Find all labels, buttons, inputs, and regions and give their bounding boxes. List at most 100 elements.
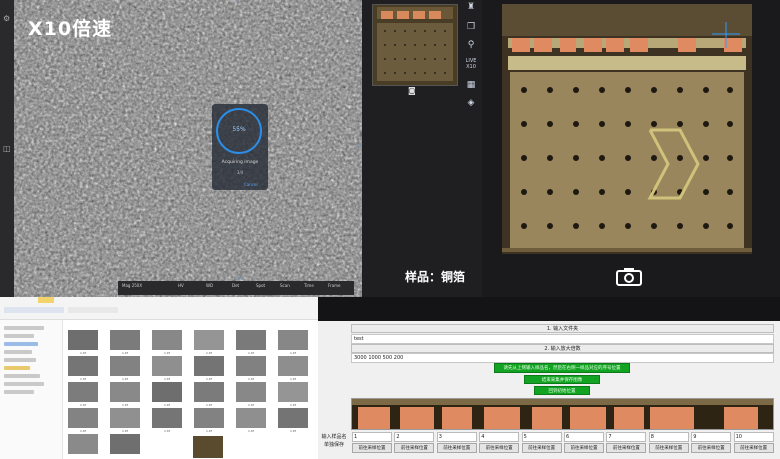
chamber-thumbnail[interactable]: [372, 4, 458, 86]
goto-position-button[interactable]: 前往采样位置: [691, 443, 732, 453]
goto-position-button[interactable]: 前往采样位置: [352, 443, 392, 453]
image-thumbnail[interactable]: [152, 330, 182, 350]
magnification-input[interactable]: 3000 1000 500 200: [351, 353, 774, 363]
image-thumbnail[interactable]: [194, 408, 224, 428]
chamber-photo-thumb[interactable]: [193, 436, 223, 458]
acquire-count: 3/4: [236, 170, 244, 175]
slot-name-input[interactable]: 10: [733, 432, 774, 442]
image-thumbnail[interactable]: [278, 356, 308, 376]
image-thumbnail[interactable]: [68, 356, 98, 376]
beam-icon[interactable]: ♜: [464, 2, 478, 12]
goto-position-button[interactable]: 前往采样位置: [436, 443, 477, 453]
stop-save-button[interactable]: 结束采集并保存图像: [524, 375, 600, 384]
slot-name-input[interactable]: 1: [352, 432, 392, 442]
slot-name-input[interactable]: 6: [564, 432, 604, 442]
image-thumbnail[interactable]: [194, 330, 224, 350]
thumbnail-caption: 1.tif: [290, 429, 296, 433]
nav-item[interactable]: [4, 382, 44, 386]
image-thumbnail[interactable]: [236, 330, 266, 350]
slot-name-input[interactable]: 8: [648, 432, 689, 442]
sample-slot: 5 前往采样位置: [521, 432, 562, 453]
thumbnail-caption: 1.tif: [248, 403, 254, 407]
nav-item[interactable]: [4, 350, 32, 354]
speed-title: X10倍速: [28, 18, 113, 40]
chevron-right-icon[interactable]: ›: [356, 142, 360, 152]
image-thumbnail[interactable]: [236, 408, 266, 428]
goto-position-button[interactable]: 前往采样位置: [521, 443, 562, 453]
sample-strip-image: [352, 399, 773, 429]
snapshot-icon[interactable]: ◙: [408, 86, 416, 95]
folder-input[interactable]: test: [351, 334, 774, 344]
thumbnail-caption: 1.tif: [290, 351, 296, 355]
grid-icon[interactable]: ▦: [464, 80, 478, 90]
image-thumbnail[interactable]: [152, 356, 182, 376]
image-thumbnail[interactable]: [110, 408, 140, 428]
home-position-button[interactable]: 回到初始位置: [534, 386, 590, 395]
goto-position-button[interactable]: 前往采样位置: [394, 443, 435, 453]
nav-item[interactable]: [4, 366, 30, 370]
slot-name-input[interactable]: 4: [479, 432, 520, 442]
image-thumbnail[interactable]: [68, 382, 98, 402]
image-thumbnail[interactable]: [110, 382, 140, 402]
start-acquire-button[interactable]: 请先从上侧输入样品名，然后在右侧一样品对应的序号位置: [494, 363, 630, 373]
nav-item[interactable]: [4, 358, 36, 362]
image-thumbnail[interactable]: [278, 408, 308, 428]
slot-name-input[interactable]: 9: [691, 432, 732, 442]
goto-position-button[interactable]: 前往采样位置: [648, 443, 689, 453]
status-item: Spot: [256, 283, 266, 288]
image-thumbnail[interactable]: [278, 330, 308, 350]
sample-slot: 8 前往采样位置: [648, 432, 689, 453]
chevron-up-icon[interactable]: ⌃: [236, 0, 244, 8]
goto-position-button[interactable]: 前往采样位置: [733, 443, 774, 453]
nav-item[interactable]: [4, 342, 38, 346]
chamber-camera-view[interactable]: [502, 4, 752, 254]
detector-icon[interactable]: ⚲: [464, 40, 478, 50]
live-label: LIVE X10: [461, 58, 481, 70]
camera-capture-glyph: [616, 268, 642, 286]
image-thumbnail[interactable]: [152, 408, 182, 428]
image-thumbnail[interactable]: [194, 356, 224, 376]
camera-icon[interactable]: ◫: [3, 144, 11, 153]
image-thumbnail[interactable]: [110, 330, 140, 350]
camera-capture-icon[interactable]: [616, 266, 642, 290]
image-thumbnail[interactable]: [68, 434, 98, 454]
goto-position-button[interactable]: 前往采样位置: [606, 443, 647, 453]
thumbnail-caption: 1.tif: [122, 429, 128, 433]
ribbon-tools[interactable]: [68, 307, 118, 313]
image-thumbnail[interactable]: [278, 382, 308, 402]
slot-name-input[interactable]: 5: [521, 432, 562, 442]
ribbon-tools[interactable]: [4, 307, 64, 313]
sample-slot: 1 前往采样位置: [352, 432, 392, 453]
thumbnail-caption: 1.tif: [80, 403, 86, 407]
sem-image-view[interactable]: [0, 0, 362, 297]
goto-position-button[interactable]: 前往采样位置: [564, 443, 604, 453]
image-thumbnail[interactable]: [236, 356, 266, 376]
sample-name-label: 输入样品名 单独保存: [318, 433, 350, 449]
stage-icon[interactable]: ❒: [464, 22, 478, 32]
slot-name-input[interactable]: 2: [394, 432, 435, 442]
nav-item[interactable]: [4, 326, 44, 330]
image-thumbnail[interactable]: [152, 382, 182, 402]
sample-name-label-text: 输入样品名: [321, 434, 347, 440]
slot-name-input[interactable]: 3: [436, 432, 477, 442]
nav-item[interactable]: [4, 374, 40, 378]
acquire-cancel-link[interactable]: Cancel: [244, 182, 258, 187]
ribbon-tab-active[interactable]: [38, 297, 54, 303]
thumbnail-caption: 1.tif: [164, 377, 170, 381]
thumbnail-caption: 1.tif: [122, 377, 128, 381]
image-thumbnail[interactable]: [110, 356, 140, 376]
goto-position-button[interactable]: 前往采样位置: [479, 443, 520, 453]
sample-save-label-text: 单独保存: [323, 442, 344, 448]
thumbnail-caption: 1.tif: [206, 351, 212, 355]
image-thumbnail[interactable]: [110, 434, 140, 454]
settings-icon[interactable]: ⚙: [3, 14, 10, 23]
image-thumbnail[interactable]: [68, 408, 98, 428]
image-thumbnail[interactable]: [194, 382, 224, 402]
thumbnail-caption: 1.tif: [164, 429, 170, 433]
image-thumbnail[interactable]: [68, 330, 98, 350]
nav-item[interactable]: [4, 334, 34, 338]
image-thumbnail[interactable]: [236, 382, 266, 402]
slot-name-input[interactable]: 7: [606, 432, 647, 442]
layers-icon[interactable]: ◈: [464, 98, 478, 108]
nav-item[interactable]: [4, 390, 34, 394]
